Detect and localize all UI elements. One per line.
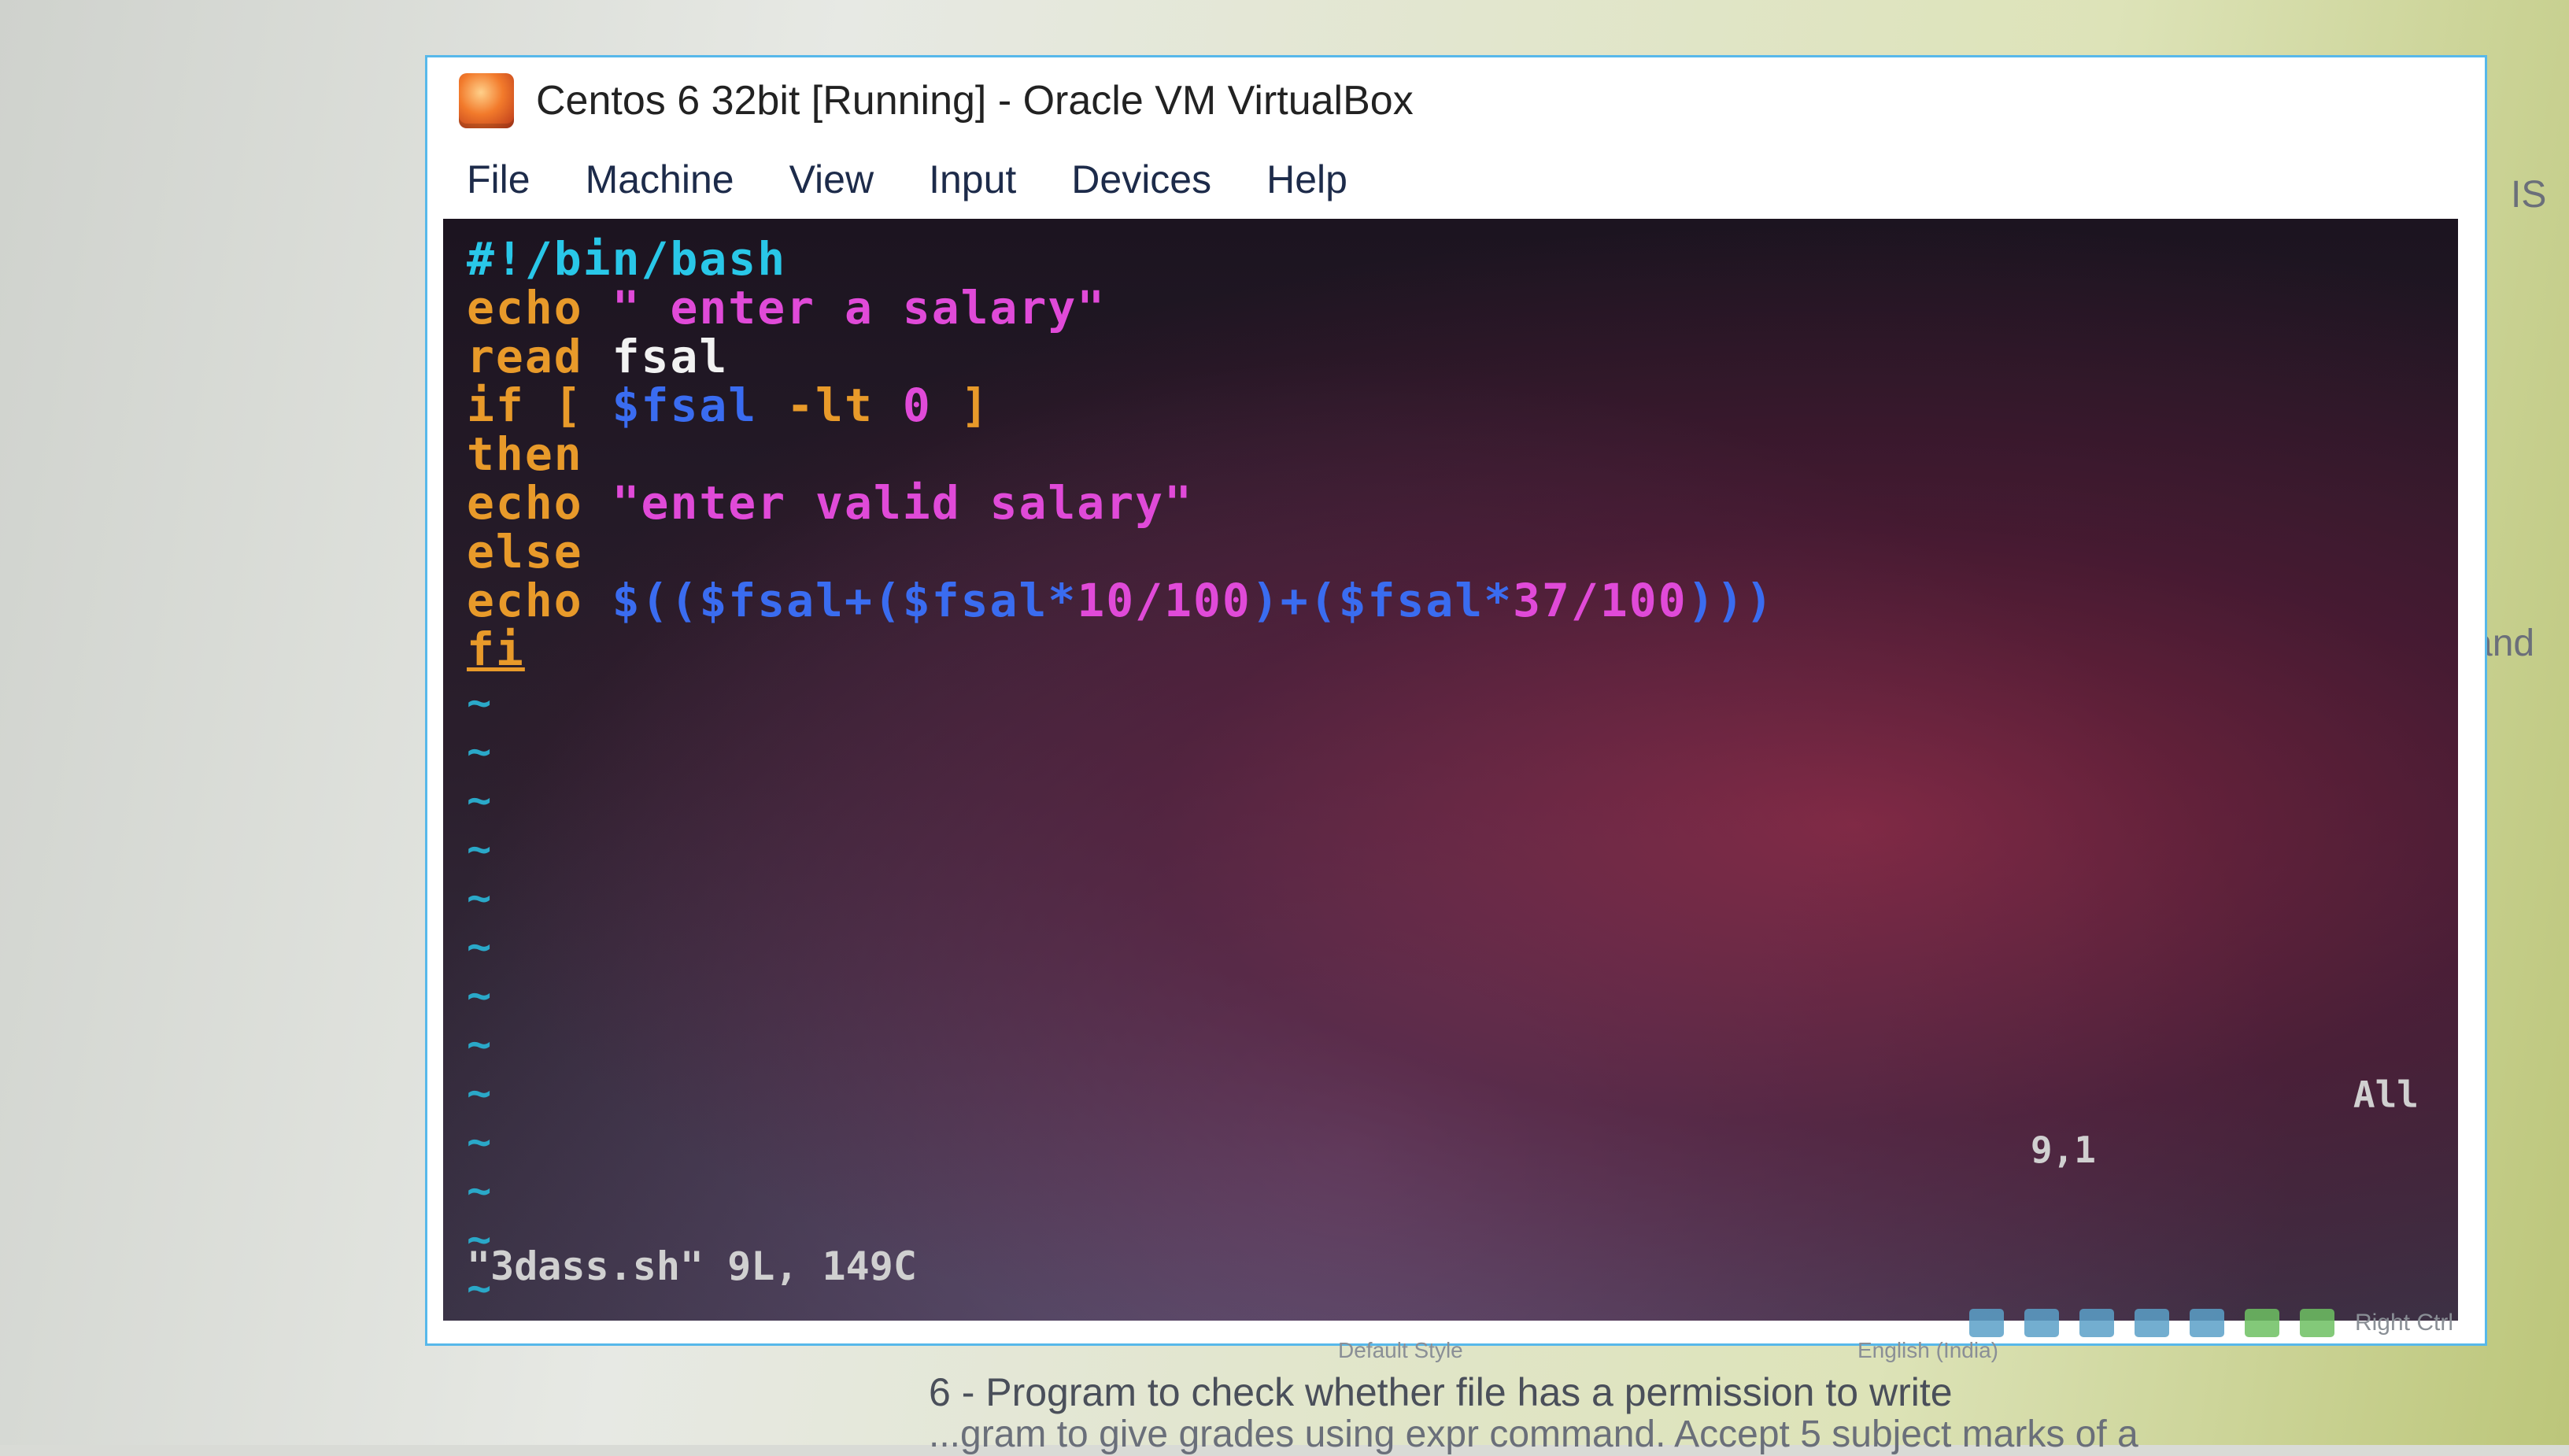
- document-edge-text: IS: [2511, 174, 2547, 216]
- code-token: echo: [467, 476, 583, 530]
- empty-line-marker: ~: [467, 679, 493, 726]
- code-line: else: [467, 527, 1774, 576]
- hard-disk-icon[interactable]: [1968, 1309, 2004, 1337]
- vim-file-status: "3dass.sh" 9L, 149C: [467, 1244, 917, 1289]
- empty-line-marker: ~: [467, 826, 493, 873]
- code-token: "enter valid salary": [582, 476, 1193, 530]
- menu-help[interactable]: Help: [1266, 157, 1347, 202]
- mouse-integration-icon[interactable]: [2299, 1309, 2334, 1337]
- virtualbox-icon: [459, 73, 514, 128]
- audio-icon[interactable]: [2079, 1309, 2114, 1337]
- optical-drive-icon[interactable]: [2024, 1309, 2059, 1337]
- vim-cursor-position: 9,1: [2030, 1129, 2096, 1171]
- menu-view[interactable]: View: [789, 157, 874, 202]
- code-token: -lt: [757, 379, 903, 432]
- menu-file[interactable]: File: [467, 157, 530, 202]
- empty-line-marker: ~: [467, 1070, 493, 1117]
- code-line: echo " enter a salary": [467, 283, 1774, 332]
- code-token: #!/bin/bash: [467, 232, 787, 286]
- code-token: read: [467, 330, 583, 383]
- code-line: #!/bin/bash: [467, 235, 1774, 283]
- virtualbox-window: Centos 6 32bit [Running] - Oracle VM Vir…: [425, 55, 2487, 1346]
- empty-line-marker: ~: [467, 1313, 1774, 1321]
- code-token: ]: [931, 379, 990, 432]
- menu-machine[interactable]: Machine: [586, 157, 734, 202]
- code-line: if [ $fsal -lt 0 ]: [467, 381, 1774, 430]
- menu-input[interactable]: Input: [929, 157, 1016, 202]
- host-key-label: Right Ctrl: [2354, 1310, 2453, 1336]
- empty-line-marker: ~: [467, 777, 493, 824]
- code-token: fsal: [582, 330, 729, 383]
- code-token: $fsal: [612, 379, 758, 432]
- code-token: $(($fsal+($fsal*: [582, 574, 1078, 627]
- code-token: if: [467, 379, 525, 432]
- empty-line-marker: ~: [467, 874, 493, 922]
- empty-line-marker: ~: [467, 728, 493, 775]
- vim-editor-buffer[interactable]: #!/bin/bash echo " enter a salary" read fs…: [467, 235, 1774, 1321]
- code-token: ))): [1687, 574, 1775, 627]
- empty-line-marker: ~: [467, 1167, 493, 1214]
- code-token: )+($fsal*: [1251, 574, 1514, 627]
- shared-folders-icon[interactable]: [2244, 1309, 2279, 1337]
- empty-line-marker: ~: [467, 972, 493, 1019]
- code-token: fi: [467, 623, 525, 676]
- vbox-status-bar: Right Ctrl: [1968, 1309, 2453, 1337]
- code-line: fi: [467, 625, 1774, 674]
- vm-display[interactable]: #!/bin/bash echo " enter a salary" read fs…: [443, 219, 2458, 1321]
- menu-bar: File Machine View Input Devices Help: [427, 144, 2485, 215]
- code-token: 10/100: [1077, 574, 1251, 627]
- language-indicator[interactable]: English (India): [1857, 1338, 1998, 1363]
- code-token: echo: [467, 574, 583, 627]
- code-line: echo $(($fsal+($fsal*10/100)+($fsal*37/1…: [467, 576, 1774, 625]
- document-line-6: 6 - Program to check whether file has a …: [929, 1370, 1953, 1414]
- code-token: 37/100: [1513, 574, 1687, 627]
- code-token: 0: [902, 379, 932, 432]
- usb-icon[interactable]: [2189, 1309, 2224, 1337]
- style-indicator[interactable]: Default Style: [1338, 1338, 1463, 1363]
- code-line: read fsal: [467, 332, 1774, 381]
- menu-devices[interactable]: Devices: [1071, 157, 1211, 202]
- window-title: Centos 6 32bit [Running] - Oracle VM Vir…: [536, 78, 1414, 124]
- code-line: echo "enter valid salary": [467, 479, 1774, 527]
- code-token: " enter a salary": [582, 281, 1107, 334]
- empty-line-marker: ~: [467, 1021, 493, 1068]
- code-token: else: [467, 525, 583, 578]
- vim-scroll-indicator: All: [2353, 1074, 2419, 1116]
- code-token: then: [467, 427, 583, 481]
- code-line: then: [467, 430, 1774, 479]
- empty-line-marker: ~: [467, 1118, 493, 1166]
- title-bar: Centos 6 32bit [Running] - Oracle VM Vir…: [427, 57, 2485, 144]
- document-line-7: ...gram to give grades using expr comman…: [929, 1414, 2138, 1455]
- network-icon[interactable]: [2134, 1309, 2169, 1337]
- code-token: [: [524, 379, 612, 432]
- code-token: echo: [467, 281, 583, 334]
- empty-line-marker: ~: [467, 923, 493, 970]
